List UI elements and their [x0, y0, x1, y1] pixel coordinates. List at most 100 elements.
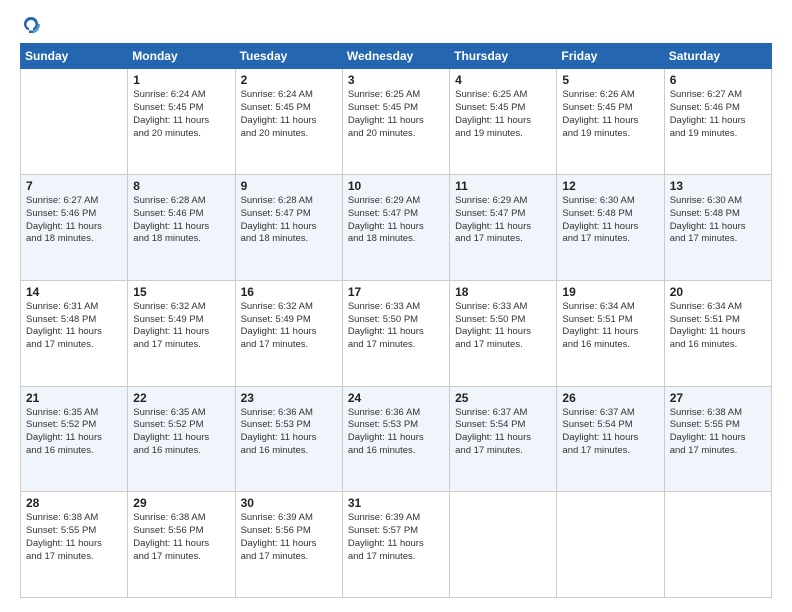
calendar-header-row: SundayMondayTuesdayWednesdayThursdayFrid…: [21, 44, 772, 69]
cell-info: Sunrise: 6:27 AM Sunset: 5:46 PM Dayligh…: [26, 195, 122, 246]
day-number: 29: [133, 496, 229, 510]
day-number: 24: [348, 391, 444, 405]
day-number: 4: [455, 73, 551, 87]
day-number: 20: [670, 285, 766, 299]
day-number: 16: [241, 285, 337, 299]
cell-info: Sunrise: 6:30 AM Sunset: 5:48 PM Dayligh…: [562, 195, 658, 246]
calendar-cell: [21, 69, 128, 175]
calendar-header-sunday: Sunday: [21, 44, 128, 69]
calendar-cell: 21Sunrise: 6:35 AM Sunset: 5:52 PM Dayli…: [21, 386, 128, 492]
logo: [20, 18, 40, 35]
calendar-cell: 19 Sunrise: 6:34 AM Sunset: 5:51 PM Dayli…: [557, 280, 664, 386]
cell-info: Sunrise: 6:26 AM Sunset: 5:45 PM Dayligh…: [562, 89, 658, 140]
day-number: 22: [133, 391, 229, 405]
calendar-cell: 4 Sunrise: 6:25 AM Sunset: 5:45 PM Daylig…: [450, 69, 557, 175]
cell-info: Sunrise: 6:37 AM Sunset: 5:54 PM Dayligh…: [562, 407, 658, 458]
calendar-cell: 7 Sunrise: 6:27 AM Sunset: 5:46 PM Daylig…: [21, 175, 128, 281]
day-number: 31: [348, 496, 444, 510]
cell-info: Sunrise: 6:31 AM Sunset: 5:48 PM Dayligh…: [26, 301, 122, 352]
calendar-cell: 9 Sunrise: 6:28 AM Sunset: 5:47 PM Daylig…: [235, 175, 342, 281]
calendar-week-4: 21Sunrise: 6:35 AM Sunset: 5:52 PM Dayli…: [21, 386, 772, 492]
calendar-cell: 16 Sunrise: 6:32 AM Sunset: 5:49 PM Dayli…: [235, 280, 342, 386]
calendar-cell: 27Sunrise: 6:38 AM Sunset: 5:55 PM Dayli…: [664, 386, 771, 492]
calendar-cell: 17 Sunrise: 6:33 AM Sunset: 5:50 PM Dayli…: [342, 280, 449, 386]
day-number: 19: [562, 285, 658, 299]
calendar-cell: 15 Sunrise: 6:32 AM Sunset: 5:49 PM Dayli…: [128, 280, 235, 386]
day-number: 17: [348, 285, 444, 299]
calendar-week-1: 1Sunrise: 6:24 AM Sunset: 5:45 PM Daylig…: [21, 69, 772, 175]
cell-info: Sunrise: 6:34 AM Sunset: 5:51 PM Dayligh…: [562, 301, 658, 352]
calendar-cell: 13Sunrise: 6:30 AM Sunset: 5:48 PM Dayli…: [664, 175, 771, 281]
calendar-header-friday: Friday: [557, 44, 664, 69]
calendar-header-tuesday: Tuesday: [235, 44, 342, 69]
cell-info: Sunrise: 6:30 AM Sunset: 5:48 PM Dayligh…: [670, 195, 766, 246]
cell-info: Sunrise: 6:35 AM Sunset: 5:52 PM Dayligh…: [133, 407, 229, 458]
cell-info: Sunrise: 6:25 AM Sunset: 5:45 PM Dayligh…: [348, 89, 444, 140]
cell-info: Sunrise: 6:38 AM Sunset: 5:55 PM Dayligh…: [26, 512, 122, 563]
calendar-cell: 26 Sunrise: 6:37 AM Sunset: 5:54 PM Dayli…: [557, 386, 664, 492]
calendar-cell: 2Sunrise: 6:24 AM Sunset: 5:45 PM Daylig…: [235, 69, 342, 175]
calendar-cell: [664, 492, 771, 598]
cell-info: Sunrise: 6:29 AM Sunset: 5:47 PM Dayligh…: [348, 195, 444, 246]
logo-icon: [22, 16, 40, 34]
calendar-cell: 29 Sunrise: 6:38 AM Sunset: 5:56 PM Dayli…: [128, 492, 235, 598]
calendar-cell: [557, 492, 664, 598]
calendar-cell: 12Sunrise: 6:30 AM Sunset: 5:48 PM Dayli…: [557, 175, 664, 281]
day-number: 26: [562, 391, 658, 405]
day-number: 23: [241, 391, 337, 405]
cell-info: Sunrise: 6:24 AM Sunset: 5:45 PM Dayligh…: [241, 89, 337, 140]
calendar-header-monday: Monday: [128, 44, 235, 69]
calendar-cell: 6Sunrise: 6:27 AM Sunset: 5:46 PM Daylig…: [664, 69, 771, 175]
cell-info: Sunrise: 6:39 AM Sunset: 5:57 PM Dayligh…: [348, 512, 444, 563]
calendar-table: SundayMondayTuesdayWednesdayThursdayFrid…: [20, 43, 772, 598]
day-number: 10: [348, 179, 444, 193]
cell-info: Sunrise: 6:36 AM Sunset: 5:53 PM Dayligh…: [348, 407, 444, 458]
header: [20, 18, 772, 35]
cell-info: Sunrise: 6:39 AM Sunset: 5:56 PM Dayligh…: [241, 512, 337, 563]
calendar-header-thursday: Thursday: [450, 44, 557, 69]
day-number: 9: [241, 179, 337, 193]
calendar-week-3: 14 Sunrise: 6:31 AM Sunset: 5:48 PM Dayli…: [21, 280, 772, 386]
day-number: 5: [562, 73, 658, 87]
cell-info: Sunrise: 6:29 AM Sunset: 5:47 PM Dayligh…: [455, 195, 551, 246]
cell-info: Sunrise: 6:32 AM Sunset: 5:49 PM Dayligh…: [133, 301, 229, 352]
day-number: 3: [348, 73, 444, 87]
day-number: 14: [26, 285, 122, 299]
day-number: 30: [241, 496, 337, 510]
calendar-header-wednesday: Wednesday: [342, 44, 449, 69]
day-number: 25: [455, 391, 551, 405]
day-number: 18: [455, 285, 551, 299]
calendar-cell: 30 Sunrise: 6:39 AM Sunset: 5:56 PM Dayli…: [235, 492, 342, 598]
page: SundayMondayTuesdayWednesdayThursdayFrid…: [0, 0, 792, 612]
cell-info: Sunrise: 6:33 AM Sunset: 5:50 PM Dayligh…: [455, 301, 551, 352]
cell-info: Sunrise: 6:35 AM Sunset: 5:52 PM Dayligh…: [26, 407, 122, 458]
calendar-cell: 14 Sunrise: 6:31 AM Sunset: 5:48 PM Dayli…: [21, 280, 128, 386]
calendar-cell: 18 Sunrise: 6:33 AM Sunset: 5:50 PM Dayli…: [450, 280, 557, 386]
calendar-cell: 23 Sunrise: 6:36 AM Sunset: 5:53 PM Dayli…: [235, 386, 342, 492]
calendar-cell: 5 Sunrise: 6:26 AM Sunset: 5:45 PM Daylig…: [557, 69, 664, 175]
calendar-week-5: 28 Sunrise: 6:38 AM Sunset: 5:55 PM Dayli…: [21, 492, 772, 598]
cell-info: Sunrise: 6:32 AM Sunset: 5:49 PM Dayligh…: [241, 301, 337, 352]
cell-info: Sunrise: 6:38 AM Sunset: 5:56 PM Dayligh…: [133, 512, 229, 563]
day-number: 11: [455, 179, 551, 193]
calendar-cell: 24 Sunrise: 6:36 AM Sunset: 5:53 PM Dayli…: [342, 386, 449, 492]
day-number: 6: [670, 73, 766, 87]
calendar-cell: 3 Sunrise: 6:25 AM Sunset: 5:45 PM Daylig…: [342, 69, 449, 175]
day-number: 7: [26, 179, 122, 193]
cell-info: Sunrise: 6:36 AM Sunset: 5:53 PM Dayligh…: [241, 407, 337, 458]
day-number: 28: [26, 496, 122, 510]
day-number: 15: [133, 285, 229, 299]
calendar-cell: 8Sunrise: 6:28 AM Sunset: 5:46 PM Daylig…: [128, 175, 235, 281]
cell-info: Sunrise: 6:37 AM Sunset: 5:54 PM Dayligh…: [455, 407, 551, 458]
calendar-cell: 31 Sunrise: 6:39 AM Sunset: 5:57 PM Dayli…: [342, 492, 449, 598]
calendar-week-2: 7 Sunrise: 6:27 AM Sunset: 5:46 PM Daylig…: [21, 175, 772, 281]
cell-info: Sunrise: 6:28 AM Sunset: 5:47 PM Dayligh…: [241, 195, 337, 246]
calendar-cell: 10 Sunrise: 6:29 AM Sunset: 5:47 PM Dayli…: [342, 175, 449, 281]
calendar-cell: 22 Sunrise: 6:35 AM Sunset: 5:52 PM Dayli…: [128, 386, 235, 492]
calendar-cell: 20 Sunrise: 6:34 AM Sunset: 5:51 PM Dayli…: [664, 280, 771, 386]
calendar-cell: 1Sunrise: 6:24 AM Sunset: 5:45 PM Daylig…: [128, 69, 235, 175]
cell-info: Sunrise: 6:33 AM Sunset: 5:50 PM Dayligh…: [348, 301, 444, 352]
cell-info: Sunrise: 6:25 AM Sunset: 5:45 PM Dayligh…: [455, 89, 551, 140]
calendar-cell: 25 Sunrise: 6:37 AM Sunset: 5:54 PM Dayli…: [450, 386, 557, 492]
cell-info: Sunrise: 6:34 AM Sunset: 5:51 PM Dayligh…: [670, 301, 766, 352]
